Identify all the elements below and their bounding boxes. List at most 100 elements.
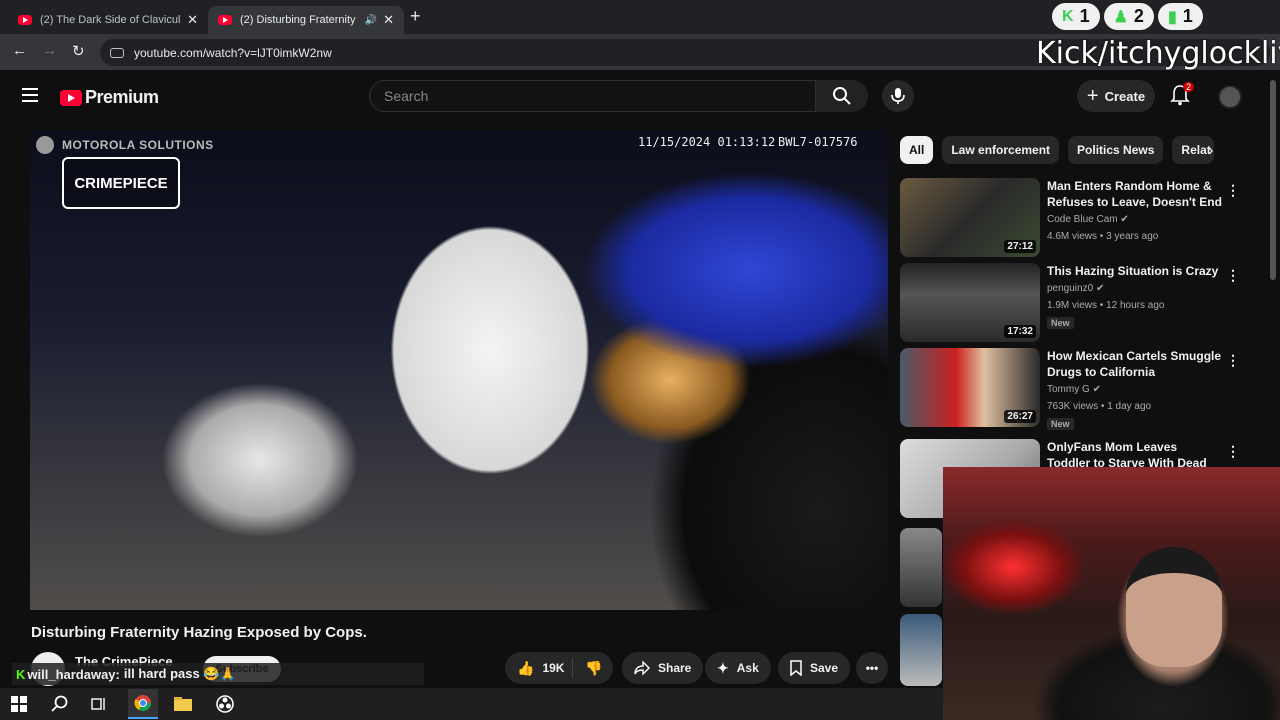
tab-title: (2) The Dark Side of Clavicular... xyxy=(40,14,181,26)
windows-start-icon[interactable] xyxy=(10,695,28,713)
share-icon xyxy=(634,661,650,675)
more-vert-icon[interactable]: ⋮ xyxy=(1226,182,1240,199)
dislike-button[interactable]: 👎 xyxy=(573,660,602,677)
new-badge: New xyxy=(1047,418,1074,430)
bookmark-icon xyxy=(790,660,802,676)
recommendation-item[interactable]: 27:12 Man Enters Random Home & Refuses t… xyxy=(900,178,1270,258)
browser-tab[interactable]: (2) The Dark Side of Clavicular... ✕ xyxy=(8,6,208,34)
ask-button[interactable]: ✦ Ask xyxy=(705,652,771,684)
chevron-right-icon[interactable]: › xyxy=(1208,142,1213,160)
bodycam-watermark: MOTOROLA SOLUTIONS xyxy=(36,136,214,154)
site-info-icon[interactable] xyxy=(110,47,124,58)
recommendation-title[interactable]: How Mexican Cartels Smuggle Drugs to Cal… xyxy=(1047,348,1222,380)
video-thumbnail[interactable] xyxy=(900,614,942,686)
youtube-logo[interactable]: Premium xyxy=(60,87,159,108)
motorola-logo-icon xyxy=(36,136,54,154)
plus-icon: + xyxy=(1086,84,1099,107)
video-thumbnail[interactable]: 26:27 xyxy=(900,348,1040,427)
youtube-favicon-icon xyxy=(218,15,232,25)
url-text: youtube.com/watch?v=lJT0imkW2nw xyxy=(134,45,332,60)
more-vert-icon[interactable]: ⋮ xyxy=(1226,267,1240,284)
verified-icon: ✔ xyxy=(1092,384,1101,395)
search-icon[interactable] xyxy=(51,695,69,713)
back-icon[interactable]: ← xyxy=(12,42,27,59)
overlay-pill: ▮ 1 xyxy=(1157,3,1203,30)
new-tab-button[interactable]: + xyxy=(410,6,421,27)
bodycam-id: BWL7-017576 xyxy=(778,135,858,149)
streamer-head xyxy=(1126,547,1222,667)
microphone-icon xyxy=(891,88,905,104)
browser-tab-bar: (2) The Dark Side of Clavicular... ✕ (2)… xyxy=(0,0,1280,34)
search-input[interactable]: Search xyxy=(369,80,816,112)
voice-search-button[interactable] xyxy=(882,80,914,112)
thumbs-up-icon: 👍 xyxy=(517,659,535,676)
thumbs-down-icon: 👎 xyxy=(585,659,603,676)
recommendation-item[interactable]: 26:27 How Mexican Cartels Smuggle Drugs … xyxy=(900,348,1270,430)
stream-overlay-pills: K1 ♟ 2 ▮ 1 xyxy=(1052,3,1203,30)
chip-all[interactable]: All xyxy=(900,136,934,164)
recommendation-title[interactable]: This Hazing Situation is Crazy xyxy=(1047,263,1222,279)
search-button[interactable] xyxy=(816,80,868,112)
sidebar-scrollbar[interactable] xyxy=(1270,80,1276,280)
recommendation-channel[interactable]: Tommy G ✔ xyxy=(1047,384,1101,395)
recommendation-meta: 1.9M views • 12 hours ago xyxy=(1047,300,1165,311)
chrome-icon[interactable] xyxy=(128,689,158,719)
verified-icon: ✔ xyxy=(1095,283,1105,294)
recommendation-meta: 763K views • 1 day ago xyxy=(1047,401,1152,412)
video-thumbnail[interactable]: 27:12 xyxy=(900,178,1040,257)
more-actions-button[interactable]: ••• xyxy=(856,652,888,684)
task-view-icon[interactable] xyxy=(90,695,108,713)
duration-badge: 26:27 xyxy=(1004,410,1036,423)
close-tab-icon[interactable]: ✕ xyxy=(383,12,394,28)
duration-badge: 27:12 xyxy=(1004,240,1036,253)
recommendation-title[interactable]: Man Enters Random Home & Refuses to Leav… xyxy=(1047,178,1222,210)
video-thumbnail[interactable] xyxy=(900,528,942,607)
sparkle-icon: ✦ xyxy=(717,659,729,676)
verified-icon: ✔ xyxy=(1120,214,1129,225)
recommendation-channel[interactable]: penguinz0 ✔ xyxy=(1047,283,1104,294)
youtube-favicon-icon xyxy=(18,15,32,25)
chip-politics-news[interactable]: Politics News xyxy=(1068,136,1164,164)
video-player[interactable]: MOTOROLA SOLUTIONS 11/15/2024 01:13:12 B… xyxy=(30,130,888,610)
menu-icon[interactable] xyxy=(22,88,38,102)
create-label: Create xyxy=(1104,88,1146,104)
browser-tab-active[interactable]: (2) Disturbing Fraternity Ha 🔊 ✕ xyxy=(208,6,404,34)
more-vert-icon[interactable]: ⋮ xyxy=(1226,443,1240,460)
user-icon: ♟ xyxy=(1113,8,1128,26)
close-tab-icon[interactable]: ✕ xyxy=(187,12,198,28)
notification-badge: 2 xyxy=(1183,82,1195,92)
share-button[interactable]: Share xyxy=(622,652,704,684)
recommendation-channel[interactable]: Code Blue Cam ✔ xyxy=(1047,214,1129,225)
search-placeholder: Search xyxy=(384,88,429,104)
new-badge: New xyxy=(1047,317,1074,329)
save-button[interactable]: Save xyxy=(778,652,851,684)
like-dislike-group: 👍 19K 👎 xyxy=(505,652,613,684)
search-icon xyxy=(833,87,851,105)
create-button[interactable]: + Create xyxy=(1077,80,1155,112)
recommendation-item[interactable]: 17:32 This Hazing Situation is Crazy pen… xyxy=(900,263,1270,343)
logo-text: Premium xyxy=(85,87,159,107)
youtube-logo-icon xyxy=(60,89,82,106)
taskbar xyxy=(0,688,943,720)
file-explorer-icon[interactable] xyxy=(174,695,192,713)
video-thumbnail[interactable]: 17:32 xyxy=(900,263,1040,342)
account-avatar[interactable] xyxy=(1218,85,1242,109)
chat-text: ill hard pass 😂🙏 xyxy=(123,666,236,681)
overlay-pill: K1 xyxy=(1052,3,1100,30)
chip-law-enforcement[interactable]: Law enforcement xyxy=(942,136,1060,164)
audio-icon[interactable]: 🔊 xyxy=(365,15,377,26)
video-title: Disturbing Fraternity Hazing Exposed by … xyxy=(31,624,367,641)
like-button[interactable]: 👍 19K xyxy=(505,658,573,678)
like-count: 19K xyxy=(542,661,565,675)
share-label: Share xyxy=(658,661,692,675)
reload-icon[interactable]: ↻ xyxy=(72,42,85,60)
save-label: Save xyxy=(810,661,839,675)
streamer-webcam xyxy=(943,467,1280,720)
watermark-text: MOTOROLA SOLUTIONS xyxy=(62,138,214,152)
forward-icon[interactable]: → xyxy=(42,42,57,59)
more-icon: ••• xyxy=(865,661,879,675)
stream-chat-message: K will_hardaway: ill hard pass 😂🙏 xyxy=(12,663,424,685)
kick-channel-overlay: Kick/itchyglocklive xyxy=(1036,36,1280,71)
obs-icon[interactable] xyxy=(216,695,234,713)
more-vert-icon[interactable]: ⋮ xyxy=(1226,352,1240,369)
